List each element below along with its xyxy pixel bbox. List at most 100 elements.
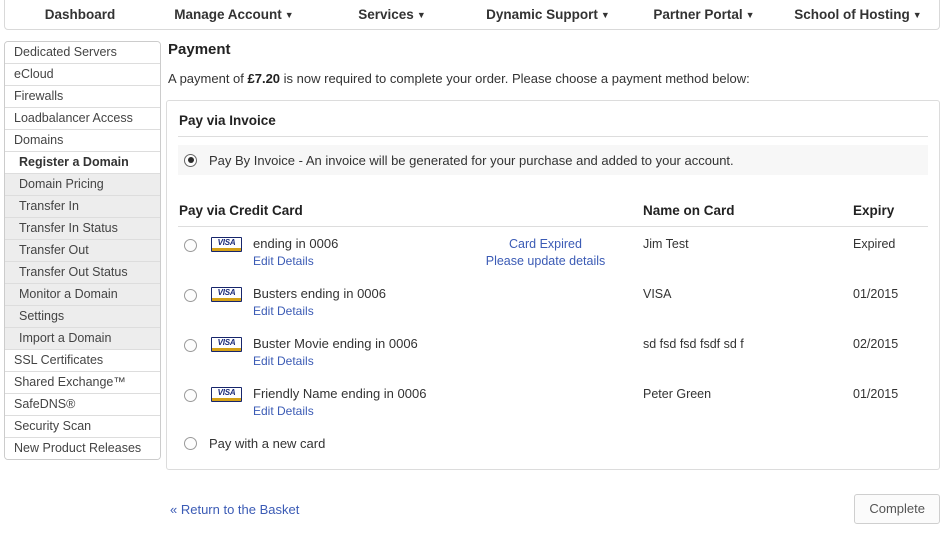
sidebar-item-register-a-domain[interactable]: Register a Domain bbox=[5, 152, 160, 174]
sidebar-item-label: Firewalls bbox=[14, 89, 64, 103]
pay-with-new-card-option[interactable]: Pay with a new card bbox=[178, 427, 928, 455]
card-radio-button[interactable] bbox=[184, 339, 197, 352]
card-label: Busters ending in 0006 bbox=[253, 286, 386, 301]
sidebar-item-label: Dedicated Servers bbox=[14, 45, 117, 59]
sidebar-item-domain-pricing[interactable]: Domain Pricing bbox=[5, 174, 160, 196]
edit-details-link[interactable]: Edit Details bbox=[253, 353, 314, 370]
card-expiry-date: 01/2015 bbox=[853, 287, 899, 301]
sidebar-item-safedns[interactable]: SafeDNS® bbox=[5, 394, 160, 416]
sidebar-item-dedicated-servers[interactable]: Dedicated Servers bbox=[5, 42, 160, 64]
card-holder-name: VISA bbox=[643, 287, 672, 301]
update-details-link[interactable]: Please update details bbox=[448, 253, 643, 270]
visa-logo-icon: VISA bbox=[211, 387, 242, 402]
card-expiry-date: 01/2015 bbox=[853, 387, 899, 401]
sidebar-item-label: Register a Domain bbox=[19, 155, 129, 169]
credit-card-section-header: Pay via Credit Card Name on Card Expiry bbox=[178, 201, 928, 227]
card-holder-name: sd fsd fsd fsdf sd f bbox=[643, 337, 744, 351]
card-description: Busters ending in 0006 Edit Details bbox=[253, 286, 448, 320]
sidebar-item-new-product-releases[interactable]: New Product Releases bbox=[5, 438, 160, 459]
sidebar-item-loadbalancer-access[interactable]: Loadbalancer Access bbox=[5, 108, 160, 130]
card-holder-name: Jim Test bbox=[643, 237, 689, 251]
chevron-down-icon: ▼ bbox=[912, 10, 922, 20]
sidebar-item-ssl-certificates[interactable]: SSL Certificates bbox=[5, 350, 160, 372]
card-label: Buster Movie ending in 0006 bbox=[253, 336, 418, 351]
card-label: Friendly Name ending in 0006 bbox=[253, 386, 427, 401]
sidebar-item-label: New Product Releases bbox=[14, 441, 142, 455]
card-radio-button[interactable] bbox=[184, 289, 197, 302]
new-card-label: Pay with a new card bbox=[209, 435, 326, 451]
table-row[interactable]: VISA Buster Movie ending in 0006 Edit Deta… bbox=[178, 327, 928, 377]
card-radio-button[interactable] bbox=[184, 239, 197, 252]
sidebar-item-label: eCloud bbox=[14, 67, 54, 81]
sidebar-item-label: Shared Exchange™ bbox=[14, 375, 126, 389]
sidebar-item-security-scan[interactable]: Security Scan bbox=[5, 416, 160, 438]
sidebar-item-transfer-out[interactable]: Transfer Out bbox=[5, 240, 160, 262]
sidebar-item-import-a-domain[interactable]: Import a Domain bbox=[5, 328, 160, 350]
sidebar-item-label: Settings bbox=[19, 309, 65, 323]
visa-logo-text: VISA bbox=[217, 388, 236, 397]
table-row[interactable]: VISA ending in 0006 Edit Details Card Expir… bbox=[178, 227, 928, 277]
nav-item-label: School of Hosting bbox=[794, 7, 910, 22]
card-status-message[interactable]: Card Expired Please update details bbox=[448, 236, 643, 270]
sidebar-item-label: Loadbalancer Access bbox=[14, 111, 133, 125]
sidebar-item-shared-exchange[interactable]: Shared Exchange™ bbox=[5, 372, 160, 394]
invoice-option-label: Pay By Invoice - An invoice will be gene… bbox=[209, 152, 734, 168]
card-holder-name: Peter Green bbox=[643, 387, 712, 401]
sidebar-item-firewalls[interactable]: Firewalls bbox=[5, 86, 160, 108]
visa-logo-icon: VISA bbox=[211, 287, 242, 302]
invoice-radio-button[interactable] bbox=[184, 153, 197, 167]
card-description: ending in 0006 Edit Details bbox=[253, 236, 448, 270]
sidebar-item-label: Transfer Out Status bbox=[19, 265, 128, 279]
credit-card-section: Pay via Credit Card Name on Card Expiry … bbox=[178, 201, 928, 455]
sidebar-item-transfer-in-status[interactable]: Transfer In Status bbox=[5, 218, 160, 240]
sidebar-item-domains[interactable]: Domains bbox=[5, 130, 160, 152]
table-row[interactable]: VISA Friendly Name ending in 0006 Edit Det… bbox=[178, 377, 928, 427]
sidebar-item-label: Domain Pricing bbox=[19, 177, 104, 191]
table-row[interactable]: VISA Busters ending in 0006 Edit Details VI… bbox=[178, 277, 928, 327]
payment-amount: £7.20 bbox=[247, 71, 281, 86]
nav-item-school-of-hosting[interactable]: School of Hosting ▼ bbox=[391, 7, 944, 22]
invoice-heading: Pay via Invoice bbox=[179, 113, 276, 128]
sidebar-item-transfer-in[interactable]: Transfer In bbox=[5, 196, 160, 218]
lede-suffix: is now required to complete your order. … bbox=[280, 71, 750, 86]
edit-details-link[interactable]: Edit Details bbox=[253, 303, 314, 320]
sidebar-item-label: Transfer In Status bbox=[19, 221, 118, 235]
credit-card-heading: Pay via Credit Card bbox=[179, 203, 303, 218]
payment-methods-panel: Pay via Invoice Pay By Invoice - An invo… bbox=[166, 100, 940, 470]
card-label: ending in 0006 bbox=[253, 236, 339, 251]
visa-logo-text: VISA bbox=[217, 288, 236, 297]
sidebar-navigation: Dedicated Servers eCloud Firewalls Loadbala… bbox=[4, 41, 161, 460]
sidebar-item-ecloud[interactable]: eCloud bbox=[5, 64, 160, 86]
sidebar-item-label: Import a Domain bbox=[19, 331, 112, 345]
sidebar-item-label: Transfer In bbox=[19, 199, 79, 213]
card-description: Buster Movie ending in 0006 Edit Details bbox=[253, 336, 448, 370]
page-footer: « Return to the Basket Complete bbox=[166, 492, 940, 526]
visa-logo-text: VISA bbox=[217, 338, 236, 347]
sidebar-item-label: Monitor a Domain bbox=[19, 287, 118, 301]
return-to-basket-link[interactable]: « Return to the Basket bbox=[170, 502, 299, 517]
visa-logo-icon: VISA bbox=[211, 237, 242, 252]
main-content: Payment A payment of £7.20 is now requir… bbox=[166, 41, 940, 470]
column-header-expiry: Expiry bbox=[853, 203, 895, 218]
lede-prefix: A payment of bbox=[168, 71, 248, 86]
sidebar-item-transfer-out-status[interactable]: Transfer Out Status bbox=[5, 262, 160, 284]
sidebar-item-label: Transfer Out bbox=[19, 243, 89, 257]
card-radio-button[interactable] bbox=[184, 389, 197, 402]
sidebar-item-monitor-a-domain[interactable]: Monitor a Domain bbox=[5, 284, 160, 306]
complete-button[interactable]: Complete bbox=[854, 494, 940, 524]
top-navigation-bar: Dashboard Manage Account ▼ Services ▼ Dynamic… bbox=[4, 0, 940, 30]
sidebar-item-label: SafeDNS® bbox=[14, 397, 76, 411]
edit-details-link[interactable]: Edit Details bbox=[253, 403, 314, 420]
card-expiry-date: Expired bbox=[853, 237, 896, 251]
card-expiry-date: 02/2015 bbox=[853, 337, 899, 351]
card-expired-text[interactable]: Card Expired bbox=[448, 236, 643, 253]
sidebar-item-label: Security Scan bbox=[14, 419, 92, 433]
visa-logo-icon: VISA bbox=[211, 337, 242, 352]
payment-instruction-text: A payment of £7.20 is now required to co… bbox=[168, 70, 940, 88]
pay-by-invoice-option[interactable]: Pay By Invoice - An invoice will be gene… bbox=[178, 145, 928, 175]
new-card-radio-button[interactable] bbox=[184, 436, 197, 450]
edit-details-link[interactable]: Edit Details bbox=[253, 253, 314, 270]
sidebar-item-settings[interactable]: Settings bbox=[5, 306, 160, 328]
page-title: Payment bbox=[168, 41, 231, 58]
visa-logo-text: VISA bbox=[217, 238, 236, 247]
